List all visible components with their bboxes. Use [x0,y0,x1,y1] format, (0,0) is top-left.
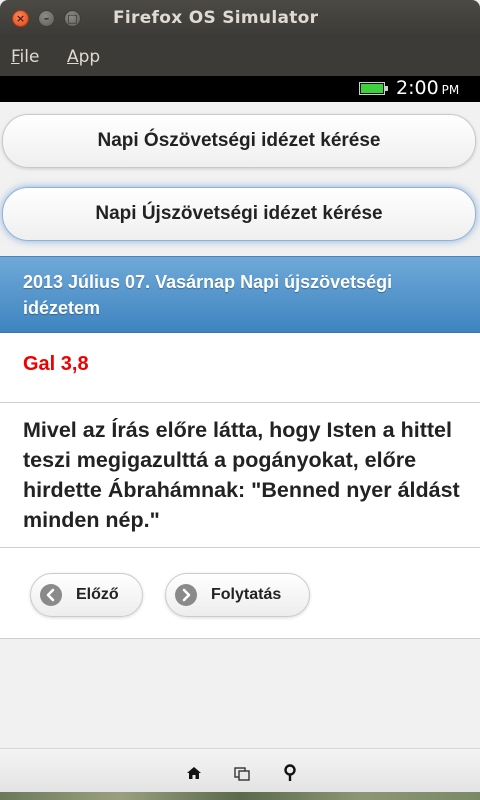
arrow-left-icon [40,584,62,606]
battery-icon [359,82,388,95]
next-button[interactable]: Folytatás [165,573,310,617]
next-label: Folytatás [211,586,282,603]
minimize-icon: – [43,12,50,25]
window-close-button[interactable]: × [12,10,29,27]
menu-app[interactable]: App [67,47,100,67]
menubar: File App [0,38,480,76]
app-content: Napi Ószövetségi idézet kérése Napi Újsz… [0,102,480,748]
simulator-toolbar [0,748,480,793]
verse-row: Mivel az Írás előre látta, hogy Isten a … [0,403,480,548]
new-testament-quote-button[interactable]: Napi Újszövetségi idézet kérése [2,187,476,241]
window-minimize-button[interactable]: – [38,10,55,27]
maximize-icon: □ [67,12,78,25]
window-title: Firefox OS Simulator [113,8,319,28]
close-icon: × [15,12,26,25]
desktop-strip [0,792,480,800]
menu-file[interactable]: File [11,47,39,67]
previous-button[interactable]: Előző [30,573,143,617]
previous-label: Előző [76,586,119,603]
old-testament-quote-button[interactable]: Napi Ószövetségi idézet kérése [2,114,476,168]
window-maximize-button[interactable]: □ [64,10,81,27]
location-pin-icon[interactable] [280,763,300,783]
home-icon[interactable] [184,763,204,783]
arrow-right-icon [175,584,197,606]
windows-icon[interactable] [232,763,252,783]
status-clock: 2:00 PM [396,77,460,99]
window-titlebar: × – □ Firefox OS Simulator [0,0,480,38]
reference-row: Gal 3,8 [0,333,480,403]
quote-header: 2013 Július 07. Vasárnap Napi újszövetsé… [0,256,480,333]
navigation-row: Előző Folytatás [0,548,480,639]
verse-text: Mivel az Írás előre látta, hogy Isten a … [23,418,460,532]
verse-reference: Gal 3,8 [23,353,89,375]
